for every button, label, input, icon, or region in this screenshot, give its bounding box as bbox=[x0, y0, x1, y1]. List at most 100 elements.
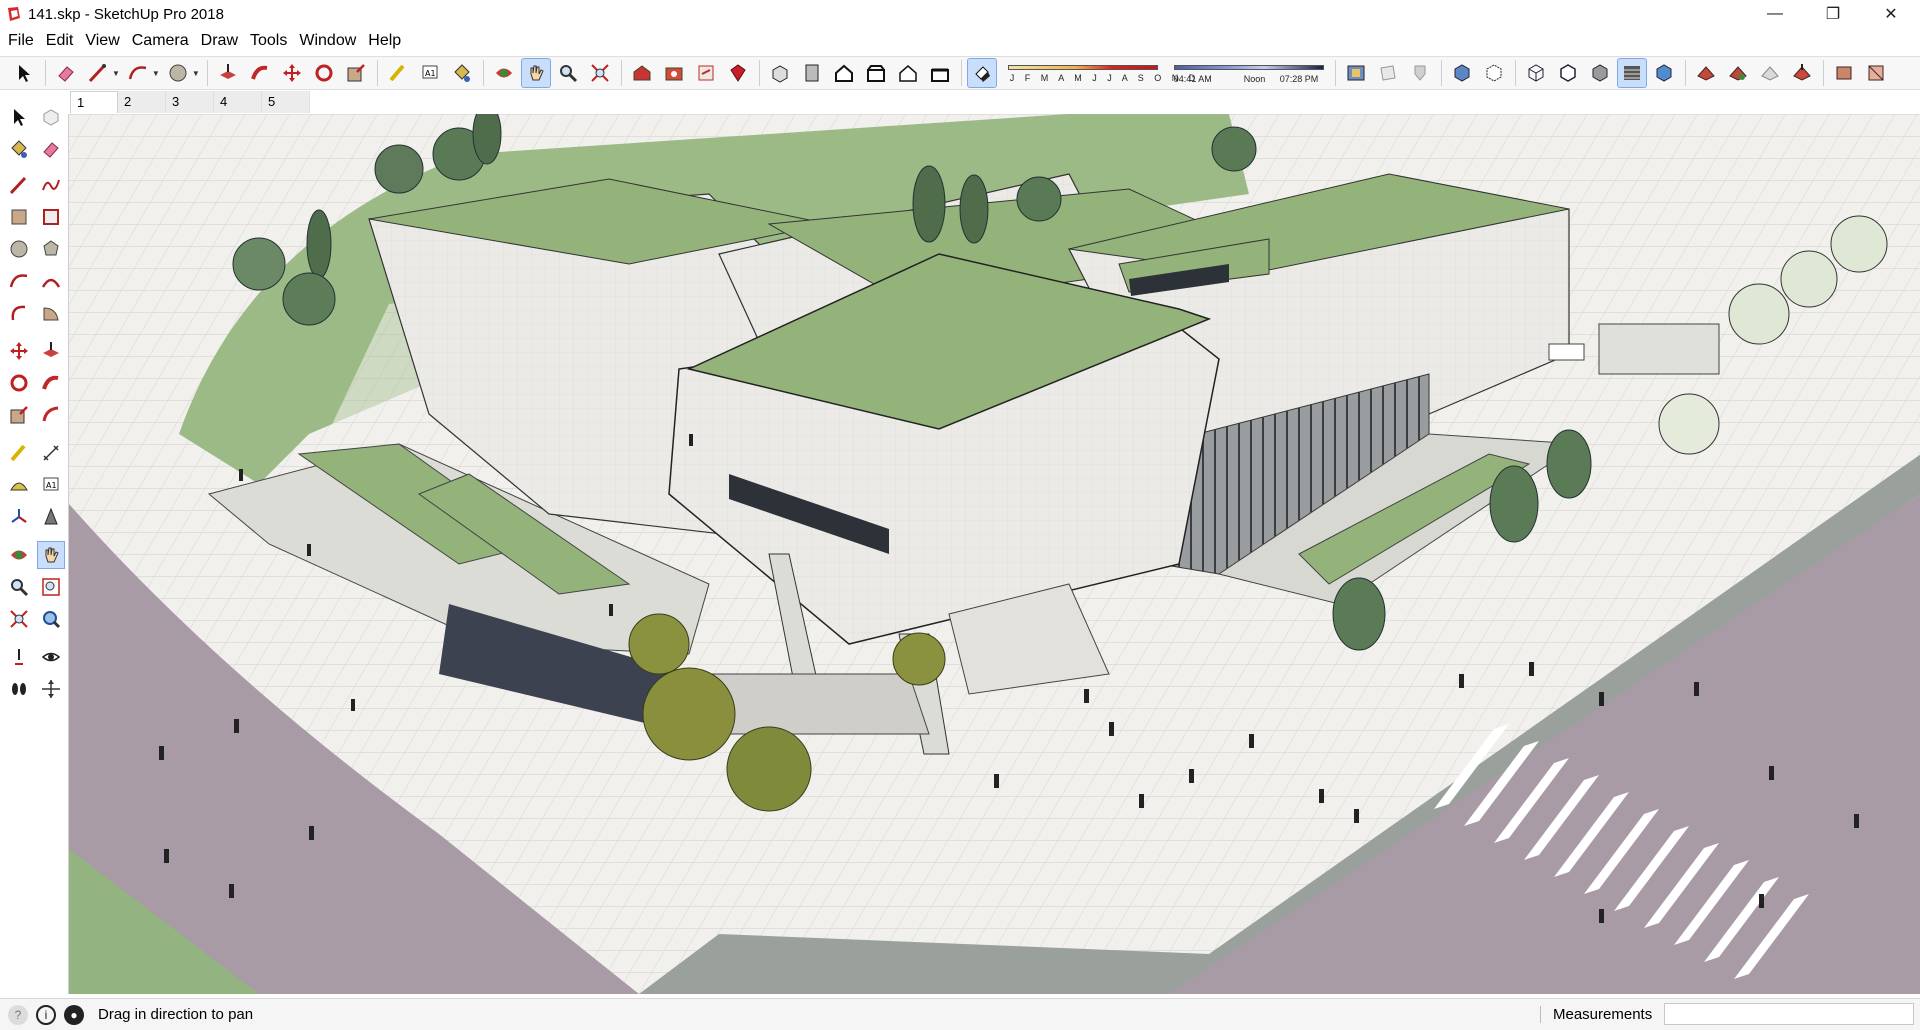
arc-dropdown-icon[interactable]: ▼ bbox=[152, 69, 160, 78]
pan-icon[interactable] bbox=[37, 541, 65, 569]
scene-tab-2[interactable]: 2 bbox=[118, 91, 166, 113]
section-cuts-icon[interactable] bbox=[1406, 59, 1434, 87]
sandbox-3-icon[interactable] bbox=[1756, 59, 1784, 87]
menu-tools[interactable]: Tools bbox=[248, 32, 295, 50]
select-icon[interactable] bbox=[6, 104, 32, 130]
section-plane-icon[interactable] bbox=[1342, 59, 1370, 87]
display-section-icon[interactable] bbox=[1374, 59, 1402, 87]
walk-icon[interactable] bbox=[6, 676, 32, 702]
back-edges-icon[interactable] bbox=[1480, 59, 1508, 87]
front-view-icon[interactable] bbox=[830, 59, 858, 87]
previous-view-icon[interactable] bbox=[38, 606, 64, 632]
line-icon[interactable] bbox=[6, 172, 32, 198]
iso-view-icon[interactable] bbox=[766, 59, 794, 87]
pie-icon[interactable] bbox=[38, 300, 64, 326]
hidden-line-icon[interactable] bbox=[1554, 59, 1582, 87]
left-view-icon[interactable] bbox=[926, 59, 954, 87]
follow-me-icon[interactable] bbox=[38, 370, 64, 396]
offset-icon[interactable] bbox=[38, 402, 64, 428]
select-icon[interactable] bbox=[10, 59, 38, 87]
dimension-icon[interactable] bbox=[38, 440, 64, 466]
warehouse-icon[interactable] bbox=[628, 59, 656, 87]
move-icon[interactable] bbox=[6, 338, 32, 364]
line-icon[interactable] bbox=[84, 59, 112, 87]
zoom-window-icon[interactable] bbox=[38, 574, 64, 600]
model-viewport[interactable] bbox=[68, 114, 1920, 994]
restore-button[interactable]: ❐ bbox=[1804, 0, 1862, 28]
eraser-icon[interactable] bbox=[38, 136, 64, 162]
protractor-icon[interactable] bbox=[6, 472, 32, 498]
sandbox-1-icon[interactable] bbox=[1692, 59, 1720, 87]
scene-tab-3[interactable]: 3 bbox=[166, 91, 214, 113]
scale-icon[interactable] bbox=[6, 402, 32, 428]
rotate-icon[interactable] bbox=[6, 370, 32, 396]
shadow-date-slider[interactable]: J F M A M J J A S O N D bbox=[1007, 59, 1195, 87]
scene-tab-5[interactable]: 5 bbox=[262, 91, 310, 113]
orbit-icon[interactable] bbox=[490, 59, 518, 87]
wireframe-icon[interactable] bbox=[1522, 59, 1550, 87]
two-point-arc-icon[interactable] bbox=[38, 268, 64, 294]
pan-icon[interactable] bbox=[520, 58, 551, 88]
scene-tab-4[interactable]: 4 bbox=[214, 91, 262, 113]
scene-tab-1[interactable]: 1 bbox=[70, 91, 118, 113]
section-plane-tool-icon[interactable] bbox=[38, 676, 64, 702]
geolocation-icon[interactable]: ? bbox=[8, 1004, 28, 1025]
rectangle-icon[interactable] bbox=[6, 204, 32, 230]
shadow-time-bar[interactable] bbox=[1173, 65, 1324, 70]
arc-icon[interactable] bbox=[124, 59, 152, 87]
measurements-input[interactable] bbox=[1664, 1003, 1914, 1025]
ruby-icon[interactable] bbox=[724, 59, 752, 87]
credits-icon[interactable]: i bbox=[36, 1004, 56, 1025]
polygon-icon[interactable] bbox=[38, 236, 64, 262]
monochrome-icon[interactable] bbox=[1650, 59, 1678, 87]
three-point-arc-icon[interactable] bbox=[6, 300, 32, 326]
extension-warehouse-icon[interactable] bbox=[660, 59, 688, 87]
zoom-icon[interactable] bbox=[6, 574, 32, 600]
tape-measure-icon[interactable] bbox=[6, 440, 32, 466]
text-icon[interactable]: A1 bbox=[38, 472, 64, 498]
shape-dropdown-icon[interactable]: ▼ bbox=[192, 69, 200, 78]
line-dropdown-icon[interactable]: ▼ bbox=[112, 69, 120, 78]
minimize-button[interactable]: — bbox=[1746, 0, 1804, 28]
orbit-icon[interactable] bbox=[6, 542, 32, 568]
back-view-icon[interactable] bbox=[894, 59, 922, 87]
push-pull-icon[interactable] bbox=[214, 59, 242, 87]
menu-help[interactable]: Help bbox=[366, 32, 409, 50]
shadow-month-bar[interactable] bbox=[1007, 65, 1158, 70]
arc-icon[interactable] bbox=[6, 268, 32, 294]
sandbox-2-icon[interactable] bbox=[1724, 59, 1752, 87]
axes-icon[interactable] bbox=[6, 504, 32, 530]
right-view-icon[interactable] bbox=[862, 59, 890, 87]
menu-view[interactable]: View bbox=[83, 32, 127, 50]
3d-text-icon[interactable] bbox=[38, 504, 64, 530]
scale-icon[interactable] bbox=[342, 59, 370, 87]
tape-measure-icon[interactable] bbox=[384, 59, 412, 87]
extension-2-icon[interactable] bbox=[1862, 59, 1890, 87]
layout-icon[interactable] bbox=[692, 59, 720, 87]
top-view-icon[interactable] bbox=[798, 59, 826, 87]
zoom-extents-icon[interactable] bbox=[6, 606, 32, 632]
menu-window[interactable]: Window bbox=[297, 32, 364, 50]
paint-bucket-icon[interactable] bbox=[448, 59, 476, 87]
move-icon[interactable] bbox=[278, 59, 306, 87]
make-component-icon[interactable] bbox=[38, 104, 64, 130]
sandbox-4-icon[interactable] bbox=[1788, 59, 1816, 87]
look-around-icon[interactable] bbox=[38, 644, 64, 670]
circle-icon[interactable] bbox=[164, 59, 192, 87]
menu-draw[interactable]: Draw bbox=[199, 32, 246, 50]
rotate-icon[interactable] bbox=[310, 59, 338, 87]
position-camera-icon[interactable] bbox=[6, 644, 32, 670]
shadows-toggle-icon[interactable] bbox=[966, 58, 997, 88]
user-account-icon[interactable]: ● bbox=[64, 1004, 84, 1025]
paint-bucket-icon[interactable] bbox=[6, 136, 32, 162]
menu-camera[interactable]: Camera bbox=[130, 32, 197, 50]
zoom-icon[interactable] bbox=[554, 59, 582, 87]
text-icon[interactable]: A1 bbox=[416, 59, 444, 87]
zoom-extents-icon[interactable] bbox=[586, 59, 614, 87]
xray-icon[interactable] bbox=[1448, 59, 1476, 87]
follow-me-icon[interactable] bbox=[246, 59, 274, 87]
close-button[interactable]: ✕ bbox=[1862, 0, 1920, 28]
extension-1-icon[interactable] bbox=[1830, 59, 1858, 87]
menu-file[interactable]: File bbox=[6, 32, 42, 50]
rotated-rectangle-icon[interactable] bbox=[38, 204, 64, 230]
